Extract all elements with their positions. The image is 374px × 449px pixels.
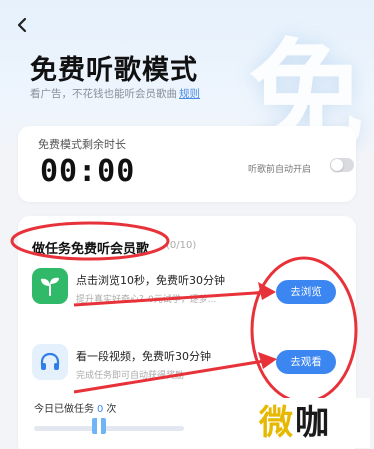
timer-label: 免费模式剩余时长 [38, 138, 126, 151]
progress-count: 0 [97, 404, 104, 415]
tasks-title: 做任务免费听会员歌 [32, 242, 150, 257]
page-title: 免费听歌模式 [30, 55, 198, 86]
task-title-video: 看一段视频，免费听30分钟 [76, 350, 211, 363]
tasks-count: (0/10) [166, 240, 197, 251]
toggle-knob [331, 159, 343, 171]
progress-label: 今日已做任务 0 次 [34, 400, 116, 415]
browse-button[interactable]: 去浏览 [276, 280, 336, 304]
task-desc-video: 完成任务即可自动获得奖励 [76, 371, 185, 381]
watermark-char-a: 微 [259, 403, 295, 443]
progress-track [34, 426, 184, 431]
gift-icon [92, 418, 106, 434]
task-icon-browse [32, 268, 68, 304]
timer-value: 00:00 [40, 154, 136, 189]
watermark-logo: 微咖 [220, 398, 370, 448]
task-title-browse: 点击浏览10秒，免费听30分钟 [76, 274, 225, 287]
auto-start-toggle[interactable] [330, 158, 354, 172]
progress-suffix: 次 [106, 404, 117, 415]
task-icon-video [32, 344, 68, 380]
auto-start-label: 听歌前自动开启 [248, 165, 312, 175]
back-button[interactable] [12, 14, 34, 36]
watch-button[interactable]: 去观看 [276, 350, 336, 374]
timer-card: 免费模式剩余时长 00:00 听歌前自动开启 [18, 126, 356, 202]
page-subtitle: 看广告，不花钱也能听会员歌曲 规则 [30, 86, 200, 101]
watermark-char-b: 咖 [295, 403, 331, 443]
progress-prefix: 今日已做任务 [34, 404, 94, 415]
sprout-icon [41, 277, 59, 296]
subtitle-text: 看广告，不花钱也能听会员歌曲 [30, 88, 177, 100]
chevron-left-icon [17, 17, 27, 33]
headphones-icon [40, 352, 60, 370]
rules-link[interactable]: 规则 [179, 88, 200, 100]
task-desc-browse: 提升真实好奇心？0元试学，逐梦... [76, 295, 217, 305]
